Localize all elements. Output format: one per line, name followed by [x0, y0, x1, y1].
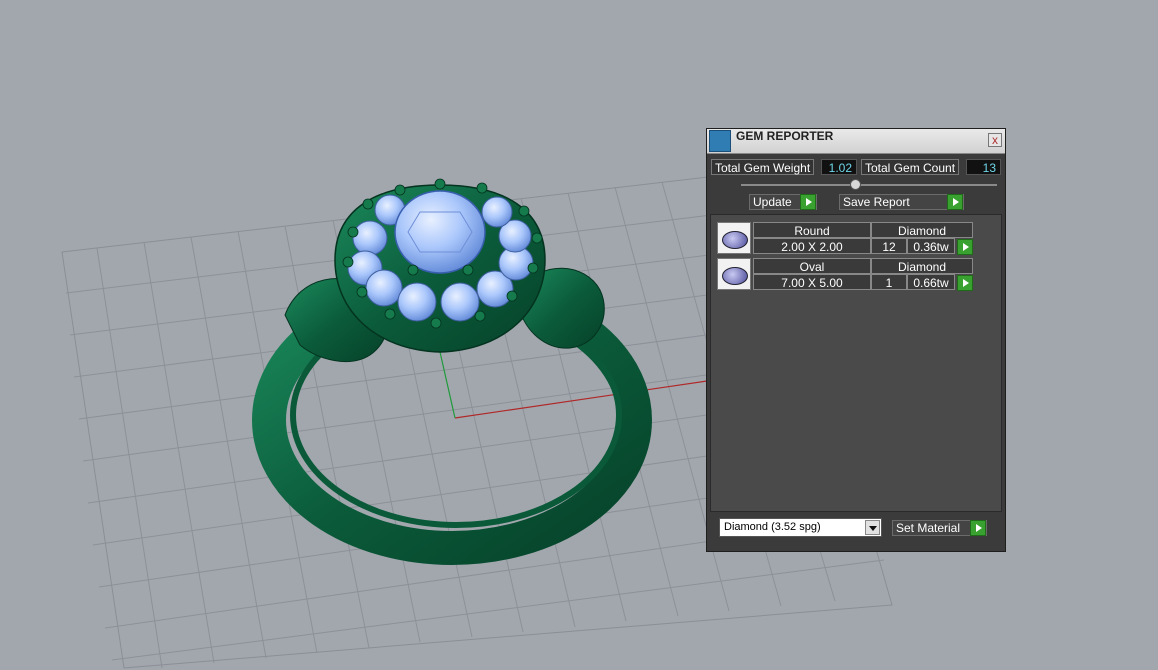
update-button[interactable]: Update	[749, 194, 817, 210]
slider-thumb[interactable]	[850, 179, 861, 190]
play-arrow-icon	[970, 520, 986, 536]
gem-material: Diamond	[871, 258, 973, 274]
gem-cut: Round	[753, 222, 871, 238]
panel-title: GEM REPORTER	[736, 129, 834, 143]
gem-list[interactable]: Round Diamond 2.00 X 2.00 12 0.36tw Oval…	[710, 214, 1002, 512]
chevron-down-icon[interactable]	[865, 520, 880, 535]
material-select-value: Diamond (3.52 spg)	[724, 521, 821, 533]
save-report-button[interactable]: Save Report	[839, 194, 964, 210]
gem-count: 12	[871, 238, 907, 254]
update-button-label: Update	[753, 195, 792, 209]
play-arrow-icon[interactable]	[957, 275, 973, 291]
play-arrow-icon[interactable]	[957, 239, 973, 255]
y-axis	[439, 351, 456, 419]
x-axis	[454, 380, 708, 419]
play-arrow-icon	[800, 194, 816, 210]
gem-reporter-app-icon	[709, 130, 731, 152]
total-gem-count-label: Total Gem Count	[861, 159, 960, 175]
gem-reporter-panel: GEM REPORTER x Total Gem Weight 1.02 Tot…	[706, 128, 1006, 552]
set-material-button[interactable]: Set Material	[892, 520, 987, 536]
set-material-button-label: Set Material	[896, 521, 961, 535]
total-gem-weight-value: 1.02	[821, 159, 857, 175]
gem-count: 1	[871, 274, 907, 290]
gem-size: 7.00 X 5.00	[753, 274, 871, 290]
material-select[interactable]: Diamond (3.52 spg)	[719, 518, 882, 537]
oval-gem-thumbnail-icon	[717, 258, 751, 290]
total-gem-weight-label: Total Gem Weight	[711, 159, 815, 175]
total-gem-count-value: 13	[966, 159, 1001, 175]
gem-row-round[interactable]: Round Diamond 2.00 X 2.00 12 0.36tw	[717, 222, 977, 256]
gem-weight: 0.36tw	[907, 238, 955, 254]
gem-material: Diamond	[871, 222, 973, 238]
gem-row-oval[interactable]: Oval Diamond 7.00 X 5.00 1 0.66tw	[717, 258, 977, 292]
save-report-button-label: Save Report	[843, 195, 910, 209]
gem-size: 2.00 X 2.00	[753, 238, 871, 254]
play-arrow-icon	[947, 194, 963, 210]
gem-cut: Oval	[753, 258, 871, 274]
close-icon[interactable]: x	[988, 133, 1002, 147]
gem-weight: 0.66tw	[907, 274, 955, 290]
slider-track[interactable]	[741, 184, 997, 186]
panel-titlebar[interactable]: GEM REPORTER x	[707, 129, 1005, 154]
round-gem-thumbnail-icon	[717, 222, 751, 254]
